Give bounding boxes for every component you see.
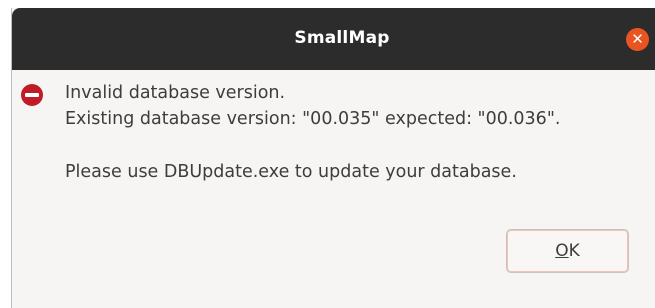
message-line-instructions: Please use DBUpdate.exe to update your d… [65,162,517,182]
dialog-title: SmallMap [294,28,390,48]
message-line-version-details: Existing database version: "00.035" expe… [65,109,561,129]
ok-button-label-rest: K [568,241,580,261]
ok-button-mnemonic: O [555,241,569,261]
close-icon: ✕ [631,30,644,48]
ok-button[interactable]: OK [506,229,629,273]
error-icon [21,84,43,106]
message-line-invalid-version: Invalid database version. [65,83,286,103]
desktop-background: SmallMap ✕ Invalid database version. Exi… [0,0,655,308]
title-bar[interactable]: SmallMap ✕ [12,8,655,70]
close-button[interactable]: ✕ [626,28,649,51]
